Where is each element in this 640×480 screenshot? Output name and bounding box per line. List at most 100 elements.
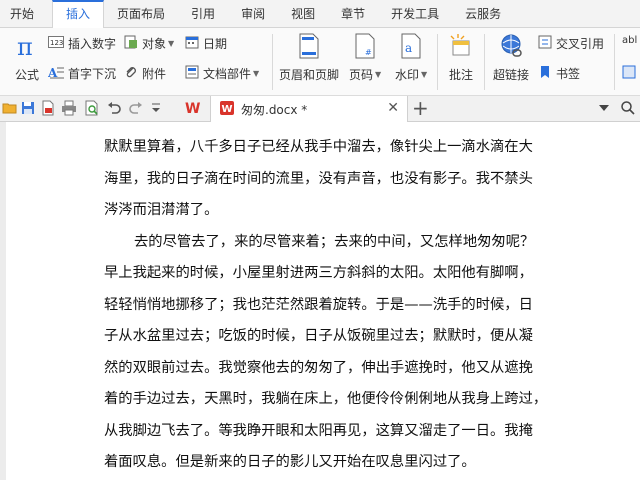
insert-number-button[interactable]: 123 插入数字 [48, 35, 116, 52]
document-line[interactable]: 着面叹息。但是新来的日子的影儿又开始在叹息里闪过了。 [104, 447, 552, 479]
date-button[interactable]: 日期 [185, 35, 227, 52]
ribbon-divider [484, 34, 485, 90]
document-line[interactable]: 从我脚边飞去了。等我睁开眼和太阳再见，这算又溜走了一日。我掩 [104, 416, 552, 448]
insert-number-label: 插入数字 [68, 37, 117, 51]
number-icon: 123 [48, 36, 64, 51]
watermark-icon: a [398, 32, 424, 60]
cross-reference-label: 交叉引用 [556, 37, 605, 51]
doc-parts-icon [185, 65, 199, 82]
tab-cloud-service[interactable]: 云服务 [452, 0, 514, 28]
cross-reference-button[interactable]: 交叉引用 [538, 35, 604, 52]
attachment-button[interactable]: 附件 [124, 65, 166, 82]
tab-review[interactable]: 审阅 [228, 0, 278, 28]
open-folder-icon[interactable] [2, 100, 18, 116]
svg-text:A: A [48, 66, 58, 79]
tab-section[interactable]: 章节 [328, 0, 378, 28]
object-label: 对象 [142, 37, 167, 51]
tab-view[interactable]: 视图 [278, 0, 328, 28]
svg-text:123: 123 [50, 39, 63, 47]
tab-references[interactable]: 引用 [178, 0, 228, 28]
attachment-label: 附件 [142, 67, 167, 81]
ribbon-divider [437, 34, 438, 90]
print-icon[interactable] [61, 100, 77, 116]
globe-link-icon [498, 32, 524, 60]
watermark-label: 水印 [395, 68, 420, 82]
more-button[interactable] [622, 65, 636, 82]
save-icon[interactable] [20, 100, 36, 116]
document-line[interactable]: 轻轻悄悄地挪移了；我也茫茫然跟着旋转。于是——洗手的时候，日 [104, 290, 552, 322]
close-icon[interactable]: ✕ [387, 100, 399, 116]
document-body[interactable]: 默默里算着，八千多日子已经从我手中溜去，像针尖上一滴水滴在大 海里，我的日子滴在… [104, 132, 552, 479]
redo-icon[interactable] [128, 100, 144, 116]
tab-home[interactable]: 开始 [0, 0, 52, 28]
print-preview-icon[interactable] [84, 100, 100, 116]
chevron-down-icon: ▼ [375, 70, 382, 79]
drop-cap-label: 首字下沉 [68, 67, 117, 81]
document-filename: 匆匆.docx * [241, 102, 308, 117]
grid-icon [622, 65, 636, 82]
wps-document-icon: W [219, 100, 235, 119]
header-footer-icon [296, 32, 322, 60]
hyperlink-button[interactable]: 超链接 [493, 32, 529, 83]
export-pdf-icon[interactable] [40, 100, 56, 116]
ribbon-divider [272, 34, 273, 90]
document-line[interactable]: 默默里算着，八千多日子已经从我手中溜去，像针尖上一滴水滴在大 [104, 132, 552, 164]
page-margin [0, 122, 6, 480]
bookmark-label: 书签 [556, 67, 581, 81]
undo-icon[interactable] [106, 100, 122, 116]
ribbon-tab-bar: 开始 插入 页面布局 引用 审阅 视图 章节 开发工具 云服务 [0, 0, 640, 28]
header-footer-button[interactable]: 页眉和页脚 [279, 32, 339, 83]
tab-insert[interactable]: 插入 [52, 0, 105, 28]
tab-developer[interactable]: 开发工具 [378, 0, 452, 28]
comment-label: 批注 [448, 68, 473, 82]
page-number-button[interactable]: # 页码 ▼ [349, 32, 381, 83]
svg-text:a: a [405, 41, 412, 55]
formula-button[interactable]: π 公式 [14, 32, 40, 83]
tab-page-layout[interactable]: 页面布局 [104, 0, 178, 28]
object-icon [124, 35, 138, 52]
dropdown-arrow-icon[interactable] [598, 102, 614, 118]
document-page[interactable]: 默默里算着，八千多日子已经从我手中溜去，像针尖上一滴水滴在大 海里，我的日子滴在… [0, 122, 640, 480]
text-box-label: abl [622, 35, 638, 46]
document-line[interactable]: 涔涔而泪潸潸了。 [104, 195, 552, 227]
text-box-button[interactable]: abl [622, 35, 637, 46]
new-tab-plus-icon[interactable]: + [412, 97, 429, 119]
document-line[interactable]: 子从水盆里过去；吃饭的时候，日子从饭碗里过去；默默时，便从凝 [104, 321, 552, 353]
chevron-down-icon: ▼ [253, 69, 260, 78]
comment-button[interactable]: 批注 [448, 32, 474, 83]
document-line[interactable]: 早上我起来的时候，小屋里射进两三方斜斜的太阳。太阳他有脚啊， [104, 258, 552, 290]
svg-text:W: W [185, 101, 200, 116]
page-number-label: 页码 [349, 68, 374, 82]
document-line[interactable]: 然的双眼前过去。我觉察他去的匆匆了，伸出手遮挽时，他又从遮挽 [104, 353, 552, 385]
header-footer-label: 页眉和页脚 [279, 68, 340, 82]
paperclip-icon [124, 65, 138, 82]
page-number-icon: # [352, 32, 378, 60]
svg-text:W: W [222, 104, 233, 115]
calendar-icon [185, 35, 199, 52]
chevron-down-icon: ▼ [421, 70, 428, 79]
chevron-down-icon: ▼ [168, 39, 175, 48]
search-icon[interactable] [620, 100, 636, 116]
date-label: 日期 [203, 37, 228, 51]
doc-parts-button[interactable]: 文档部件 ▼ [185, 65, 259, 82]
cross-reference-icon [538, 35, 552, 52]
svg-text:π: π [17, 33, 33, 59]
document-line[interactable]: 着的手边过去，天黑时，我躺在床上，他便伶伶俐俐地从我身上跨过， [104, 384, 552, 416]
watermark-button[interactable]: a 水印 ▼ [395, 32, 427, 83]
drop-cap-icon: A [47, 65, 64, 82]
document-tab-bar: W W 匆匆.docx * ✕ + [0, 96, 640, 122]
bookmark-button[interactable]: 书签 [538, 65, 580, 82]
customize-dropdown-icon[interactable] [150, 101, 166, 117]
doc-parts-label: 文档部件 [203, 67, 252, 81]
document-tab[interactable]: W 匆匆.docx * ✕ [210, 96, 408, 122]
document-line[interactable]: 海里，我的日子滴在时间的流里，没有声音，也没有影子。我不禁头 [104, 164, 552, 196]
comment-icon [448, 32, 474, 60]
document-line[interactable]: 去的尽管去了，来的尽管来着；去来的中间，又怎样地匆匆呢？ [104, 227, 552, 259]
drop-cap-button[interactable]: A 首字下沉 [47, 65, 117, 82]
wps-logo-icon[interactable]: W [184, 100, 200, 117]
ribbon-insert: π 公式 123 插入数字 对象 ▼ 日期 A 首字下沉 附件 文档部件 ▼ 页… [0, 28, 640, 96]
hyperlink-label: 超链接 [493, 68, 530, 82]
formula-label: 公式 [14, 68, 39, 82]
object-button[interactable]: 对象 ▼ [124, 35, 174, 52]
pi-icon: π [14, 32, 40, 60]
